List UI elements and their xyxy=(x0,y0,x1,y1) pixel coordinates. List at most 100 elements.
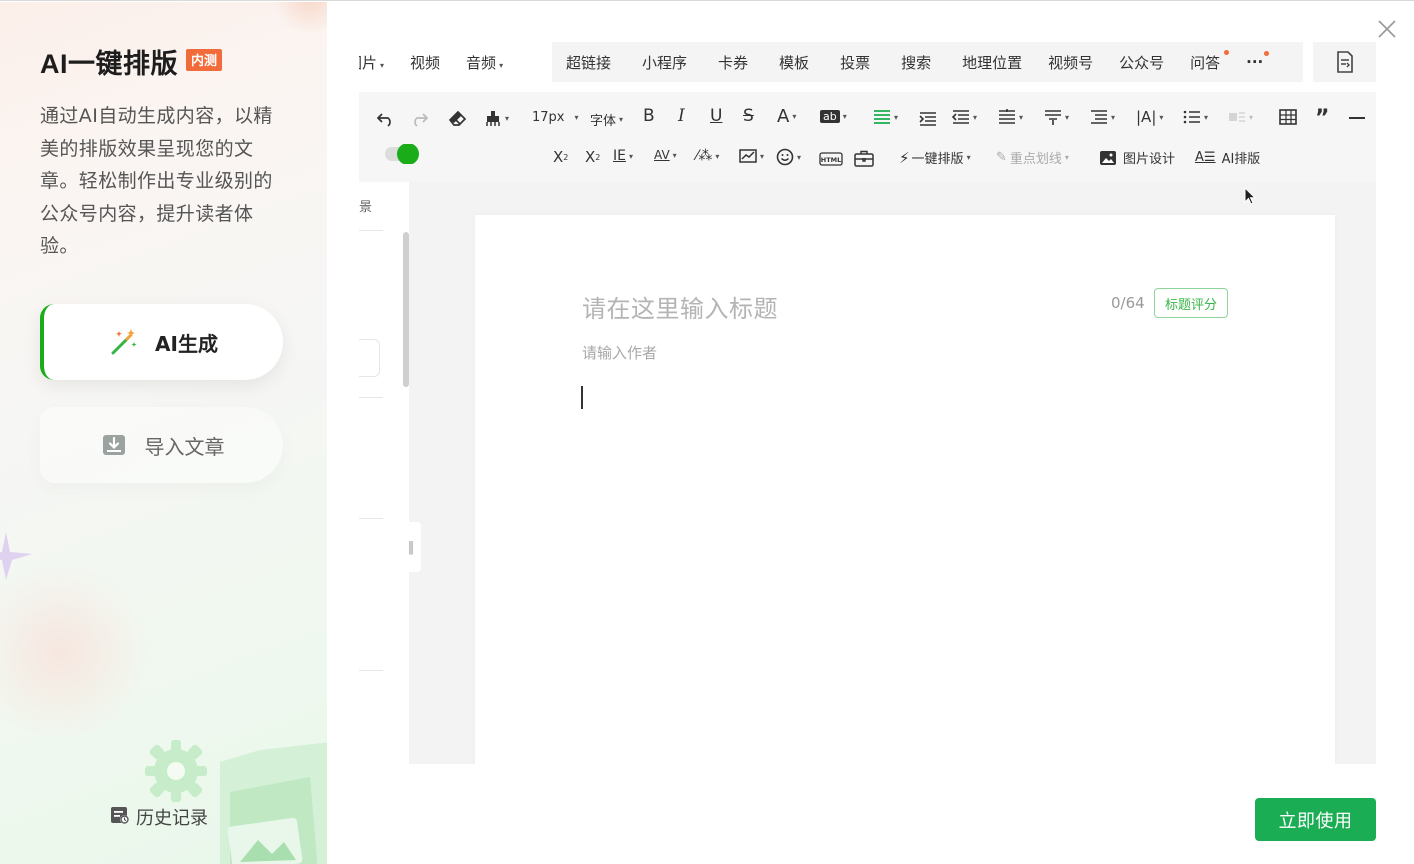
format-brush-button[interactable]: ▾ xyxy=(484,109,509,127)
char-spacing-icon: AV xyxy=(654,148,670,162)
ai-generate-button[interactable]: AI生成 xyxy=(40,304,283,380)
import-article-button[interactable]: 导入文章 xyxy=(40,407,283,483)
divider xyxy=(359,518,383,519)
emoji-icon xyxy=(776,148,794,166)
panel-header: AI一键排版 内测 xyxy=(40,42,223,81)
subscript-icon[interactable]: X2 xyxy=(585,148,600,166)
superscript-icon[interactable]: X2 xyxy=(553,148,568,166)
one-click-layout-button[interactable]: ⚡ 一键排版 ▾ xyxy=(899,148,971,168)
image-design-button[interactable]: 图片设计 xyxy=(1099,148,1175,167)
beta-badge: 内测 xyxy=(186,48,223,71)
side-panel-strip: 景 xyxy=(359,182,409,764)
table-icon[interactable] xyxy=(1279,109,1297,125)
menu-item-mini-program[interactable]: 小程序 xyxy=(642,52,687,73)
toolbox-icon[interactable] xyxy=(854,150,874,167)
line-height-icon xyxy=(999,109,1015,124)
menu-item-search[interactable]: 搜索 xyxy=(901,52,931,73)
line-height-button[interactable]: ▾ xyxy=(998,109,1023,125)
font-color-icon: A xyxy=(777,106,790,127)
history-label: 历史记录 xyxy=(136,808,208,829)
list-icon xyxy=(1183,110,1200,124)
close-icon[interactable] xyxy=(1376,18,1398,40)
list-button[interactable]: ▾ xyxy=(1183,109,1208,125)
insert-menu-partial: 图片▾ 视频 音频▾ xyxy=(359,42,529,82)
history-icon xyxy=(110,805,130,829)
magic-icon: ⁄⁂ xyxy=(696,148,713,164)
resize-handle[interactable]: ‖ xyxy=(401,522,421,572)
highlight-line-button[interactable]: ✎ 重点划线 ▾ xyxy=(996,148,1069,167)
letter-spacing-button[interactable]: |A| ▾ xyxy=(1136,108,1163,126)
bold-icon[interactable]: B xyxy=(643,106,655,126)
menu-item-location[interactable]: 地理位置 xyxy=(962,52,1022,73)
align-justify-icon xyxy=(874,110,890,124)
underline-icon[interactable]: U xyxy=(710,106,722,126)
ai-layout-dialog: AI一键排版 内测 通过AI自动生成内容，以精美的排版效果呈现您的文章。轻松制作… xyxy=(0,0,1414,864)
ai-generate-label: AI生成 xyxy=(155,331,218,356)
new-dot xyxy=(1264,51,1270,56)
list-spacing-icon xyxy=(1091,110,1107,124)
menu-item-image[interactable]: 图片▾ xyxy=(359,52,384,73)
scrollbar[interactable] xyxy=(403,232,409,387)
background-color-button[interactable]: ab ▾ xyxy=(820,110,847,123)
use-now-button[interactable]: 立即使用 xyxy=(1255,798,1376,841)
chart-button[interactable]: ▾ xyxy=(739,148,764,164)
menu-item-hyperlink[interactable]: 超链接 xyxy=(566,52,611,73)
divider-icon[interactable] xyxy=(1349,116,1365,120)
first-line-indent-icon: ⅠE xyxy=(613,148,626,164)
history-link[interactable]: 历史记录 xyxy=(110,804,208,830)
app-title: AI一键排版 xyxy=(40,49,178,79)
paragraph-spacing-icon xyxy=(1045,110,1061,125)
outdent-button[interactable]: ▾ xyxy=(952,109,977,125)
float-button[interactable]: ▾ xyxy=(1228,109,1253,125)
menu-item-video[interactable]: 视频 xyxy=(410,52,440,73)
char-spacing-button[interactable]: AV ▾ xyxy=(654,148,677,162)
indent-icon[interactable] xyxy=(919,111,937,127)
truncated-icon: ꞁ xyxy=(359,147,360,162)
title-char-count: 0/64 xyxy=(1111,294,1145,312)
decor-blob xyxy=(270,2,327,32)
eraser-icon[interactable] xyxy=(448,109,468,127)
title-input[interactable]: 请在这里输入标题 xyxy=(582,289,778,324)
ai-layout-button[interactable]: A☰ AI排版 xyxy=(1195,148,1260,167)
menu-item-template[interactable]: 模板 xyxy=(779,52,809,73)
divider xyxy=(359,230,383,231)
divider xyxy=(359,670,383,671)
folder-decor-icon xyxy=(220,742,327,864)
author-input[interactable]: 请输入作者 xyxy=(582,342,657,363)
align-left-button[interactable]: ▾ xyxy=(873,109,898,125)
menu-item-official-account[interactable]: 公众号 xyxy=(1119,52,1164,73)
document-icon xyxy=(1336,51,1353,73)
menu-item-coupon[interactable]: 卡券 xyxy=(718,52,748,73)
menu-item-channels[interactable]: 视频号 xyxy=(1048,52,1093,73)
font-family-select[interactable]: 字体 ▾ xyxy=(590,110,623,129)
title-score-button[interactable]: 标题评分 xyxy=(1154,288,1228,318)
paragraph-spacing-button[interactable]: ▾ xyxy=(1044,109,1069,125)
list-spacing-button[interactable]: ▾ xyxy=(1090,109,1115,125)
menu-item-qa[interactable]: 问答 xyxy=(1190,49,1230,73)
import-icon xyxy=(99,430,129,460)
chart-icon xyxy=(739,149,757,163)
editor-paper: 请在这里输入标题 0/64 标题评分 请输入作者 xyxy=(475,215,1335,764)
redo-icon[interactable] xyxy=(410,111,428,127)
import-article-label: 导入文章 xyxy=(144,434,225,459)
undo-icon[interactable] xyxy=(377,111,395,127)
emoji-button[interactable]: ▾ xyxy=(776,148,801,166)
menu-item-audio[interactable]: 音频 ▾ xyxy=(466,52,503,73)
decor-blob xyxy=(0,562,150,742)
more-menu-button[interactable]: ··· xyxy=(1246,51,1270,71)
outdent-icon xyxy=(952,110,969,124)
strikethrough-icon[interactable]: S xyxy=(743,106,754,126)
svg-text:HTML: HTML xyxy=(821,156,841,164)
italic-icon[interactable]: I xyxy=(678,106,685,126)
side-panel-button[interactable] xyxy=(1313,42,1376,82)
strip-label: 景 xyxy=(359,200,373,215)
menu-item-vote[interactable]: 投票 xyxy=(840,52,870,73)
font-size-select[interactable]: 17px ▾ xyxy=(532,110,579,125)
html-icon[interactable]: HTML xyxy=(819,152,843,166)
font-color-button[interactable]: A ▾ xyxy=(777,106,796,127)
toggle-switch[interactable] xyxy=(385,144,419,164)
effects-button[interactable]: ⁄⁂ ▾ xyxy=(696,148,719,164)
first-line-indent-button[interactable]: ⅠE ▾ xyxy=(613,148,633,164)
quote-icon[interactable]: ” xyxy=(1315,106,1329,131)
image-design-icon xyxy=(1100,150,1116,165)
